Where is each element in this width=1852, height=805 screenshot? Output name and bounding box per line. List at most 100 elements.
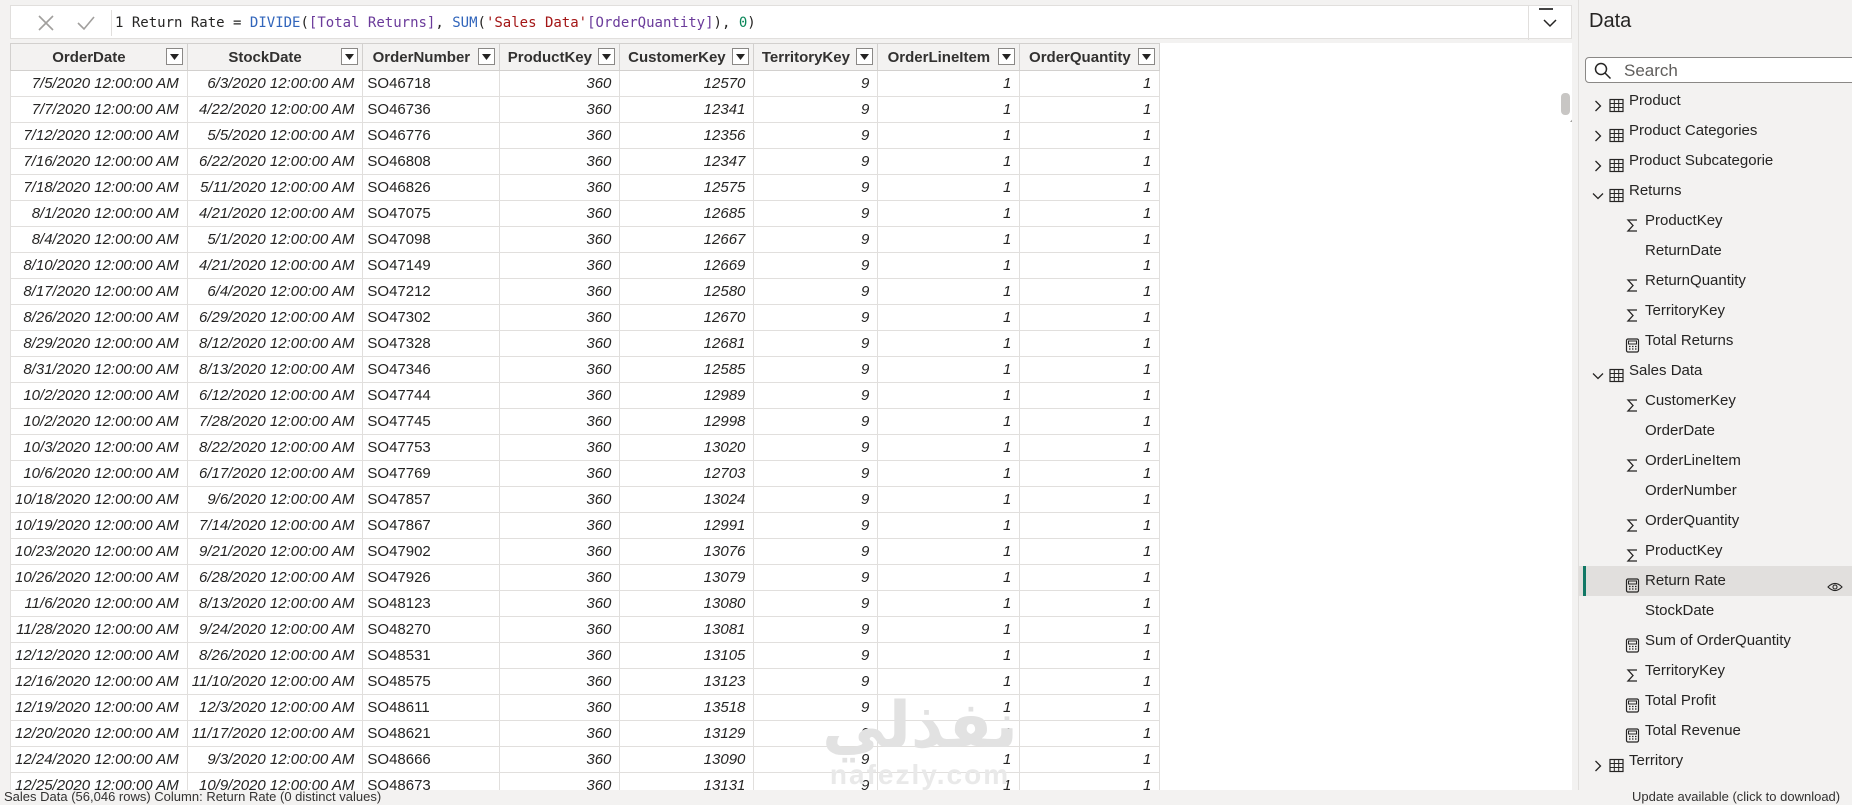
vertical-scrollbar[interactable]	[1568, 111, 1572, 790]
cell-orderdate[interactable]: 7/16/2020 12:00:00 AM	[10, 148, 188, 175]
filter-dropdown-icon[interactable]	[856, 48, 874, 65]
cell-productkey[interactable]: 360	[499, 590, 621, 617]
cell-territorykey[interactable]: 9	[753, 382, 879, 409]
column-header-orderdate[interactable]: OrderDate	[10, 43, 188, 71]
cell-orderquantity[interactable]: 1	[1019, 200, 1161, 227]
cell-productkey[interactable]: 360	[499, 512, 621, 539]
cell-customerkey[interactable]: 13105	[619, 642, 755, 669]
filter-dropdown-icon[interactable]	[165, 48, 183, 65]
cell-stockdate[interactable]: 8/12/2020 12:00:00 AM	[186, 330, 364, 357]
cell-territorykey[interactable]: 9	[753, 564, 879, 591]
cell-customerkey[interactable]: 13020	[619, 434, 755, 461]
cell-ordernumber[interactable]: SO47098	[362, 226, 501, 253]
column-header-territorykey[interactable]: TerritoryKey	[753, 43, 879, 71]
cell-productkey[interactable]: 360	[499, 408, 621, 435]
cell-orderquantity[interactable]: 1	[1019, 252, 1161, 279]
field-item-total-returns[interactable]: Total Returns	[1579, 326, 1852, 356]
cell-orderdate[interactable]: 12/19/2020 12:00:00 AM	[10, 694, 188, 721]
cell-orderdate[interactable]: 10/2/2020 12:00:00 AM	[10, 382, 188, 409]
cell-orderquantity[interactable]: 1	[1019, 590, 1161, 617]
column-header-orderquantity[interactable]: OrderQuantity	[1019, 43, 1161, 71]
cell-productkey[interactable]: 360	[499, 174, 621, 201]
cell-productkey[interactable]: 360	[499, 278, 621, 305]
cell-ordernumber[interactable]: SO47857	[362, 486, 501, 513]
cell-orderlineitem[interactable]: 1	[877, 252, 1021, 279]
cancel-icon[interactable]	[31, 10, 61, 36]
column-header-stockdate[interactable]: StockDate	[186, 43, 364, 71]
cell-ordernumber[interactable]: SO47075	[362, 200, 501, 227]
search-box[interactable]	[1585, 57, 1852, 83]
cell-territorykey[interactable]: 9	[753, 772, 879, 790]
cell-orderlineitem[interactable]: 1	[877, 564, 1021, 591]
cell-orderlineitem[interactable]: 1	[877, 642, 1021, 669]
cell-orderlineitem[interactable]: 1	[877, 278, 1021, 305]
cell-orderlineitem[interactable]: 1	[877, 434, 1021, 461]
cell-orderlineitem[interactable]: 1	[877, 148, 1021, 175]
cell-customerkey[interactable]: 13076	[619, 538, 755, 565]
commit-check-icon[interactable]	[71, 10, 101, 36]
field-item-total-profit[interactable]: Total Profit	[1579, 686, 1852, 716]
cell-ordernumber[interactable]: SO46718	[362, 70, 501, 97]
cell-territorykey[interactable]: 9	[753, 616, 879, 643]
cell-orderlineitem[interactable]: 1	[877, 538, 1021, 565]
filter-dropdown-icon[interactable]	[732, 48, 750, 65]
field-item-territory[interactable]: Territory	[1579, 746, 1852, 776]
cell-orderlineitem[interactable]: 1	[877, 330, 1021, 357]
field-item-returndate[interactable]: ReturnDate	[1579, 236, 1852, 266]
cell-territorykey[interactable]: 9	[753, 148, 879, 175]
cell-orderquantity[interactable]: 1	[1019, 174, 1161, 201]
chevron-down-icon[interactable]	[1591, 184, 1605, 200]
cell-customerkey[interactable]: 13024	[619, 486, 755, 513]
field-item-orderdate[interactable]: OrderDate	[1579, 416, 1852, 446]
cell-stockdate[interactable]: 6/22/2020 12:00:00 AM	[186, 148, 364, 175]
cell-ordernumber[interactable]: SO47769	[362, 460, 501, 487]
cell-productkey[interactable]: 360	[499, 304, 621, 331]
cell-territorykey[interactable]: 9	[753, 226, 879, 253]
cell-stockdate[interactable]: 9/24/2020 12:00:00 AM	[186, 616, 364, 643]
cell-productkey[interactable]: 360	[499, 96, 621, 123]
cell-productkey[interactable]: 360	[499, 252, 621, 279]
chevron-right-icon[interactable]	[1591, 124, 1605, 142]
cell-orderquantity[interactable]: 1	[1019, 304, 1161, 331]
cell-orderdate[interactable]: 10/26/2020 12:00:00 AM	[10, 564, 188, 591]
cell-orderdate[interactable]: 7/12/2020 12:00:00 AM	[10, 122, 188, 149]
cell-territorykey[interactable]: 9	[753, 200, 879, 227]
expand-formula-button[interactable]	[1528, 6, 1571, 40]
cell-customerkey[interactable]: 12347	[619, 148, 755, 175]
field-item-total-revenue[interactable]: Total Revenue	[1579, 716, 1852, 746]
chevron-right-icon[interactable]	[1591, 154, 1605, 172]
cell-orderdate[interactable]: 7/5/2020 12:00:00 AM	[10, 70, 188, 97]
cell-orderdate[interactable]: 10/2/2020 12:00:00 AM	[10, 408, 188, 435]
cell-productkey[interactable]: 360	[499, 720, 621, 747]
cell-stockdate[interactable]: 6/17/2020 12:00:00 AM	[186, 460, 364, 487]
cell-productkey[interactable]: 360	[499, 564, 621, 591]
cell-orderlineitem[interactable]: 1	[877, 746, 1021, 773]
cell-ordernumber[interactable]: SO48673	[362, 772, 501, 790]
field-item-stockdate[interactable]: StockDate	[1579, 596, 1852, 626]
cell-customerkey[interactable]: 12681	[619, 330, 755, 357]
cell-stockdate[interactable]: 7/28/2020 12:00:00 AM	[186, 408, 364, 435]
cell-productkey[interactable]: 360	[499, 70, 621, 97]
cell-productkey[interactable]: 360	[499, 226, 621, 253]
cell-customerkey[interactable]: 12580	[619, 278, 755, 305]
cell-stockdate[interactable]: 10/9/2020 12:00:00 AM	[186, 772, 364, 790]
cell-territorykey[interactable]: 9	[753, 590, 879, 617]
cell-orderlineitem[interactable]: 1	[877, 226, 1021, 253]
cell-orderlineitem[interactable]: 1	[877, 200, 1021, 227]
cell-orderlineitem[interactable]: 1	[877, 460, 1021, 487]
cell-productkey[interactable]: 360	[499, 434, 621, 461]
cell-customerkey[interactable]: 13518	[619, 694, 755, 721]
cell-orderquantity[interactable]: 1	[1019, 148, 1161, 175]
cell-orderquantity[interactable]: 1	[1019, 434, 1161, 461]
cell-orderdate[interactable]: 10/3/2020 12:00:00 AM	[10, 434, 188, 461]
cell-orderdate[interactable]: 8/17/2020 12:00:00 AM	[10, 278, 188, 305]
search-input[interactable]	[1622, 59, 1852, 83]
cell-stockdate[interactable]: 8/26/2020 12:00:00 AM	[186, 642, 364, 669]
cell-orderdate[interactable]: 8/1/2020 12:00:00 AM	[10, 200, 188, 227]
cell-productkey[interactable]: 360	[499, 642, 621, 669]
field-item-orderlineitem[interactable]: OrderLineItem	[1579, 446, 1852, 476]
cell-ordernumber[interactable]: SO48123	[362, 590, 501, 617]
cell-ordernumber[interactable]: SO46736	[362, 96, 501, 123]
chevron-right-icon[interactable]	[1591, 94, 1605, 112]
cell-stockdate[interactable]: 6/4/2020 12:00:00 AM	[186, 278, 364, 305]
